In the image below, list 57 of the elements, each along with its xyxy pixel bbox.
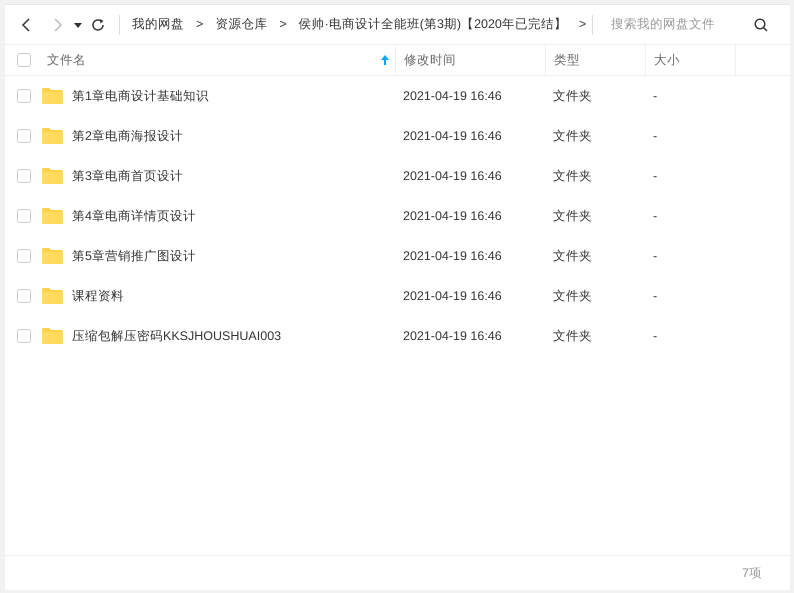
file-type: 文件夹 <box>553 168 592 183</box>
file-size: - <box>653 328 658 343</box>
breadcrumb-separator: > <box>196 16 204 34</box>
file-name-link[interactable]: 第4章电商详情页设计 <box>72 206 196 226</box>
row-checkbox[interactable] <box>17 209 31 223</box>
file-type: 文件夹 <box>553 128 592 143</box>
row-checkbox[interactable] <box>17 169 31 183</box>
select-all-checkbox[interactable] <box>17 53 31 67</box>
row-checkbox[interactable] <box>17 89 31 103</box>
file-size: - <box>653 288 658 303</box>
folder-icon <box>42 288 63 304</box>
breadcrumb-link[interactable]: 侯帅·电商设计全能班(第3期)【2020年已完结】 <box>298 15 567 34</box>
file-name-link[interactable]: 第5章营销推广图设计 <box>72 246 196 266</box>
modified-time: 2021-04-19 16:46 <box>403 328 502 343</box>
row-checkbox[interactable] <box>17 289 31 303</box>
file-size: - <box>653 128 658 143</box>
folder-icon <box>42 208 63 224</box>
column-header[interactable]: 文件名 <box>47 50 86 70</box>
modified-time: 2021-04-19 16:46 <box>403 248 502 263</box>
file-name-link[interactable]: 第1章电商设计基础知识 <box>72 86 209 106</box>
file-name-link[interactable]: 压缩包解压密码KKSJHOUSHUAI003 <box>72 326 282 346</box>
file-type: 文件夹 <box>553 288 592 303</box>
breadcrumb-link[interactable]: 我的网盘 <box>132 15 184 34</box>
modified-time: 2021-04-19 16:46 <box>403 88 502 103</box>
folder-icon <box>42 128 63 144</box>
file-type: 文件夹 <box>553 328 592 343</box>
item-count: 7项 <box>742 564 762 582</box>
file-type: 文件夹 <box>553 248 592 263</box>
file-size: - <box>653 248 658 263</box>
folder-icon <box>42 88 63 104</box>
modified-time: 2021-04-19 16:46 <box>403 288 502 303</box>
row-checkbox[interactable] <box>17 329 31 343</box>
file-type: 文件夹 <box>553 88 592 103</box>
file-size: - <box>653 168 658 183</box>
modified-time: 2021-04-19 16:46 <box>403 208 502 223</box>
file-size: - <box>653 88 658 103</box>
breadcrumb-separator: > <box>279 16 287 34</box>
column-header[interactable]: 类型 <box>554 50 580 70</box>
file-type: 文件夹 <box>553 208 592 223</box>
chevron-left-icon[interactable] <box>21 16 31 32</box>
breadcrumb-link[interactable]: 资源仓库 <box>215 15 268 34</box>
sort-arrow-icon[interactable] <box>381 55 389 65</box>
folder-icon <box>42 248 63 264</box>
row-checkbox[interactable] <box>17 249 31 263</box>
file-name-link[interactable]: 课程资料 <box>72 286 124 306</box>
row-checkbox[interactable] <box>17 129 31 143</box>
modified-time: 2021-04-19 16:46 <box>403 168 502 183</box>
folder-icon <box>42 168 63 184</box>
breadcrumb-separator: > <box>578 16 586 34</box>
column-header[interactable]: 大小 <box>654 50 680 70</box>
file-size: - <box>653 208 658 223</box>
file-name-link[interactable]: 第3章电商首页设计 <box>72 166 183 186</box>
search-icon[interactable] <box>754 18 768 32</box>
folder-icon <box>42 328 63 344</box>
file-name-link[interactable]: 第2章电商海报设计 <box>72 126 183 146</box>
modified-time: 2021-04-19 16:46 <box>403 128 502 143</box>
column-header[interactable]: 修改时间 <box>404 50 456 70</box>
